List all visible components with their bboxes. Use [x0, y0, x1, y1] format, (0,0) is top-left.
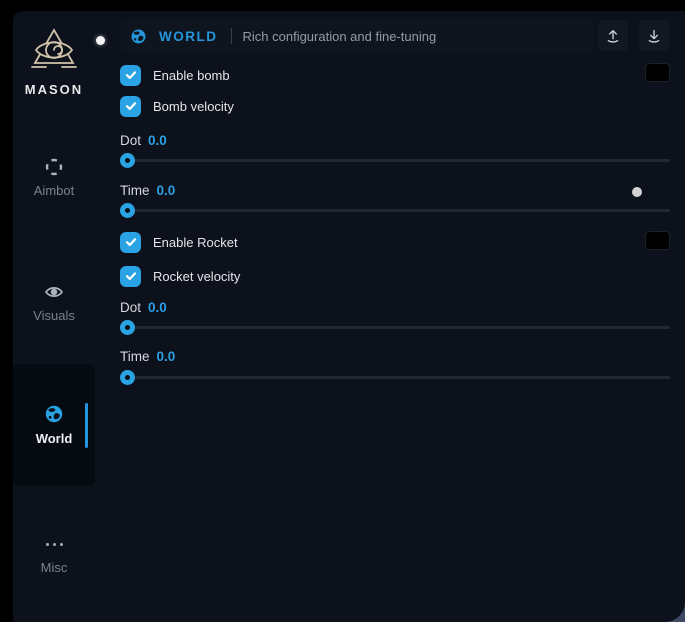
divider [231, 28, 232, 44]
slider-handle[interactable] [120, 153, 135, 168]
slider-track [120, 159, 670, 162]
sidebar-item-label: Visuals [33, 308, 75, 323]
enable-bomb-row: Enable bomb [120, 64, 230, 86]
rocket-time-slider[interactable] [120, 369, 670, 385]
rocket-dot-label: Dot 0.0 [120, 300, 167, 316]
checkmark-icon [125, 69, 137, 81]
upload-config-button[interactable] [598, 20, 628, 51]
checkbox-label: Enable bomb [153, 68, 230, 83]
slider-value: 0.0 [157, 349, 176, 365]
slider-handle[interactable] [120, 370, 135, 385]
brand-logo: MASON [13, 26, 95, 97]
slider-name: Dot [120, 300, 141, 316]
slider-track [120, 376, 670, 379]
enable-bomb-checkbox[interactable] [120, 65, 141, 86]
enable-rocket-row: Enable Rocket [120, 231, 238, 253]
gray-dot-indicator [632, 187, 642, 197]
bomb-velocity-checkbox[interactable] [120, 96, 141, 117]
globe-icon [44, 404, 64, 424]
bomb-time-label: Time 0.0 [120, 183, 175, 199]
upload-icon [605, 28, 621, 44]
sidebar-item-world[interactable]: World [13, 364, 95, 486]
bomb-color-swatch[interactable] [645, 63, 670, 82]
checkbox-label: Rocket velocity [153, 269, 240, 284]
slider-track [120, 209, 670, 212]
slider-track [120, 326, 670, 329]
panel-title-bar: WORLD Rich configuration and fine-tuning [120, 20, 593, 52]
bomb-velocity-row: Bomb velocity [120, 95, 234, 117]
rocket-velocity-row: Rocket velocity [120, 265, 240, 287]
sidebar-item-aimbot[interactable]: Aimbot [13, 157, 95, 198]
rocket-color-swatch[interactable] [645, 231, 670, 250]
slider-handle[interactable] [120, 320, 135, 335]
bomb-time-slider[interactable] [120, 202, 670, 218]
sidebar-item-label: World [36, 431, 73, 446]
slider-name: Time [120, 183, 150, 199]
mason-window: MASON Aimbot Visuals [13, 11, 685, 622]
checkmark-icon [125, 100, 137, 112]
sidebar-item-label: Misc [41, 560, 68, 575]
globe-icon [130, 28, 147, 45]
slider-handle[interactable] [120, 203, 135, 218]
download-config-button[interactable] [639, 20, 669, 51]
checkmark-icon [125, 236, 137, 248]
checkmark-icon [125, 270, 137, 282]
eye-icon [44, 282, 64, 302]
ellipsis-icon [46, 534, 63, 554]
bomb-dot-slider[interactable] [120, 152, 670, 168]
page-subtitle: Rich configuration and fine-tuning [243, 29, 437, 44]
white-dot-indicator [96, 36, 105, 45]
page-title: WORLD [159, 29, 218, 44]
enable-rocket-checkbox[interactable] [120, 232, 141, 253]
sidebar-item-misc[interactable]: Misc [13, 534, 95, 575]
rocket-time-label: Time 0.0 [120, 349, 175, 365]
slider-value: 0.0 [148, 300, 167, 316]
bomb-dot-label: Dot 0.0 [120, 133, 167, 149]
sidebar-item-visuals[interactable]: Visuals [13, 282, 95, 323]
checkbox-label: Enable Rocket [153, 235, 238, 250]
rocket-velocity-checkbox[interactable] [120, 266, 141, 287]
download-icon [646, 28, 662, 44]
slider-value: 0.0 [157, 183, 176, 199]
crosshair-icon [44, 157, 64, 177]
sidebar-item-label: Aimbot [34, 183, 74, 198]
world-panel: WORLD Rich configuration and fine-tuning… [120, 11, 670, 622]
active-tab-indicator [85, 403, 88, 448]
slider-name: Dot [120, 133, 141, 149]
panel-header: WORLD Rich configuration and fine-tuning [120, 20, 670, 52]
slider-value: 0.0 [148, 133, 167, 149]
checkbox-label: Bomb velocity [153, 99, 234, 114]
eye-triangle-logo-icon [28, 26, 80, 76]
sidebar: MASON Aimbot Visuals [13, 11, 108, 622]
brand-name: MASON [25, 82, 83, 97]
slider-name: Time [120, 349, 150, 365]
rocket-dot-slider[interactable] [120, 319, 670, 335]
